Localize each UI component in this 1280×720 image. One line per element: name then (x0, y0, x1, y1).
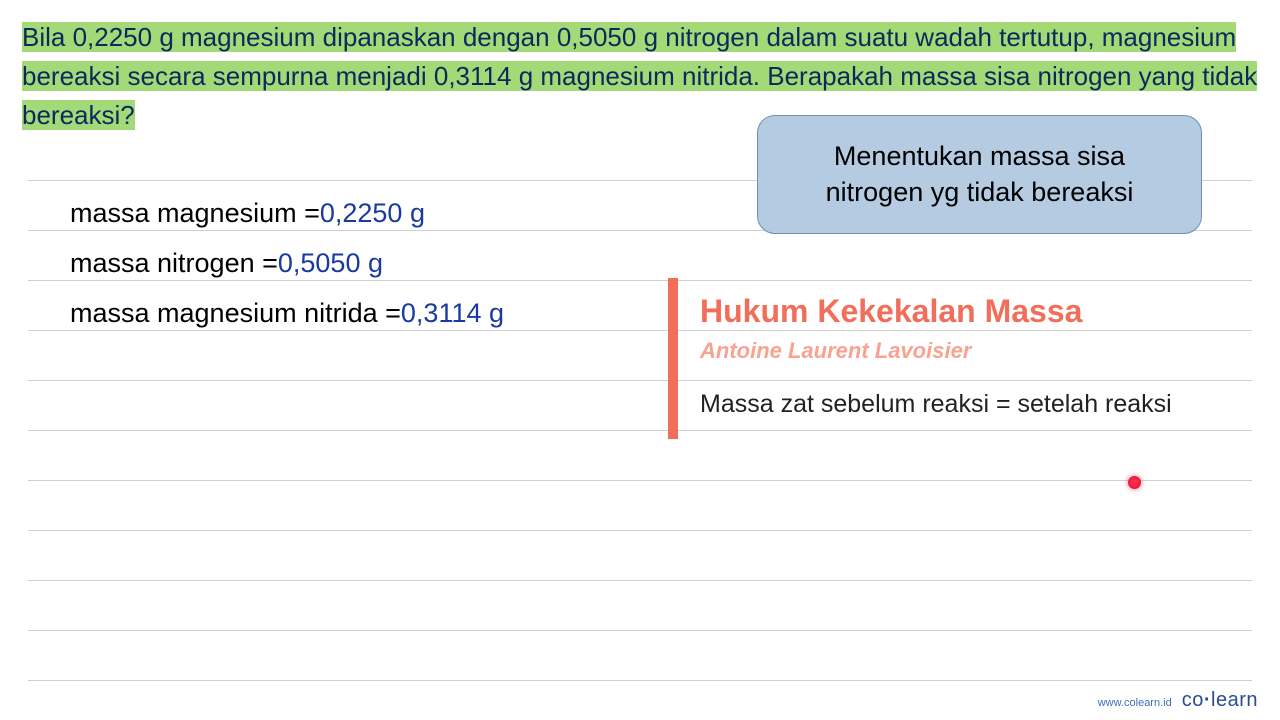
footer-url: www.colearn.id (1098, 697, 1172, 709)
given-value: 0,2250 g (320, 198, 425, 229)
ruled-line (28, 480, 1252, 481)
given-value: 0,5050 g (278, 248, 383, 279)
law-box: Hukum Kekekalan Massa Antoine Laurent La… (668, 278, 1266, 439)
ruled-line (28, 630, 1252, 631)
given-row: massa magnesium nitrida = 0,3114 g (70, 288, 504, 338)
pointer-dot-icon (1128, 476, 1141, 489)
footer-brand: co·learn (1182, 689, 1258, 712)
given-label: massa nitrogen = (70, 248, 278, 279)
law-statement: Massa zat sebelum reaksi = setelah reaks… (700, 390, 1266, 419)
brand-dot: · (1204, 689, 1211, 711)
ruled-line (28, 580, 1252, 581)
law-title: Hukum Kekekalan Massa (700, 293, 1266, 330)
law-author: Antoine Laurent Lavoisier (700, 338, 1266, 364)
given-data-block: massa magnesium = 0,2250 g massa nitroge… (70, 188, 504, 338)
callout-line-1: Menentukan massa sisa (786, 138, 1173, 174)
objective-callout: Menentukan massa sisa nitrogen yg tidak … (757, 115, 1202, 234)
given-row: massa nitrogen = 0,5050 g (70, 238, 504, 288)
brand-part2: learn (1211, 689, 1258, 711)
callout-line-2: nitrogen yg tidak bereaksi (786, 174, 1173, 210)
brand-part1: co (1182, 689, 1204, 711)
given-label: massa magnesium nitrida = (70, 298, 401, 329)
ruled-line (28, 680, 1252, 681)
question-text: Bila 0,2250 g magnesium dipanaskan denga… (22, 22, 1257, 130)
given-value: 0,3114 g (401, 298, 504, 329)
given-row: massa magnesium = 0,2250 g (70, 188, 504, 238)
ruled-line (28, 530, 1252, 531)
footer: www.colearn.id co·learn (1098, 689, 1258, 712)
given-label: massa magnesium = (70, 198, 320, 229)
